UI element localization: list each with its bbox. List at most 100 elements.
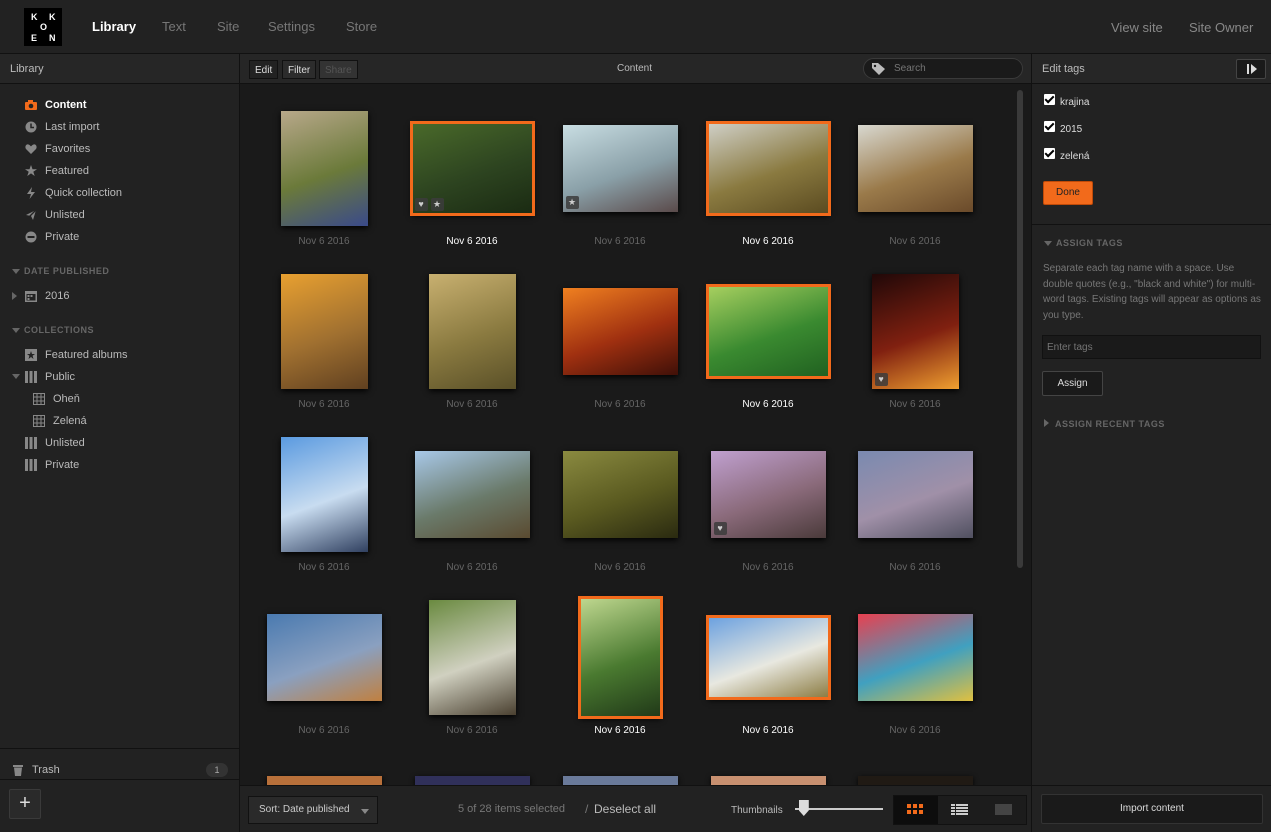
- add-button[interactable]: +: [9, 789, 41, 819]
- photo-thumbnail[interactable]: [710, 776, 826, 785]
- photo-thumbnail[interactable]: [414, 451, 530, 538]
- nav-library[interactable]: Library: [92, 19, 136, 34]
- filter-button[interactable]: Filter: [282, 60, 317, 79]
- sidebar-item-favorites[interactable]: Favorites: [25, 140, 225, 158]
- nav-site[interactable]: Site: [217, 19, 239, 34]
- photo-date: Nov 6 2016: [742, 725, 794, 736]
- sidebar-item-private-collection[interactable]: Private: [25, 456, 225, 474]
- sidebar-item-content[interactable]: Content: [25, 96, 225, 114]
- heart-icon[interactable]: ♥: [414, 198, 428, 211]
- photo-date: Nov 6 2016: [742, 562, 794, 573]
- search-input[interactable]: [894, 61, 1014, 76]
- collapse-panel-button[interactable]: [1236, 59, 1266, 79]
- photo-thumbnail[interactable]: [857, 451, 973, 538]
- sidebar-item-label: Unlisted: [45, 209, 85, 221]
- photo-thumbnail[interactable]: ♥: [871, 274, 959, 389]
- sort-dropdown[interactable]: Sort: Date published: [248, 796, 378, 824]
- content-bottom-bar: Sort: Date published 5 of 28 items selec…: [240, 785, 1031, 832]
- sidebar-item-label: Featured albums: [45, 349, 128, 361]
- sidebar-item-featured-albums[interactable]: Featured albums: [25, 346, 225, 364]
- tag-checkbox-krajina[interactable]: [1044, 94, 1055, 105]
- photo-thumbnail[interactable]: ♥ ★: [409, 121, 535, 216]
- nav-store[interactable]: Store: [346, 19, 377, 34]
- photo-thumbnail[interactable]: [266, 614, 382, 701]
- collections-section[interactable]: COLLECTIONS: [12, 325, 94, 335]
- single-view-button[interactable]: [982, 796, 1026, 824]
- sidebar-item-public[interactable]: Public: [12, 368, 222, 386]
- star-icon[interactable]: ★: [565, 196, 579, 209]
- tag-checkbox-2015[interactable]: [1044, 121, 1055, 132]
- photo-thumbnail[interactable]: [577, 596, 663, 719]
- photo-date: Nov 6 2016: [889, 725, 941, 736]
- star-icon: [25, 165, 37, 176]
- import-content-button[interactable]: Import content: [1041, 794, 1263, 824]
- photo-thumbnail[interactable]: [705, 121, 831, 216]
- view-mode-switcher: [893, 795, 1027, 825]
- photo-thumbnail[interactable]: [280, 274, 368, 389]
- thumbnails-label: Thumbnails: [731, 805, 783, 816]
- photo-thumbnail[interactable]: [266, 776, 382, 785]
- date-published-section[interactable]: DATE PUBLISHED: [12, 266, 109, 276]
- photo-date: Nov 6 2016: [889, 236, 941, 247]
- assign-recent-tags-section[interactable]: ASSIGN RECENT TAGS: [1044, 419, 1165, 429]
- done-button[interactable]: Done: [1043, 181, 1093, 205]
- tag-icon[interactable]: [872, 63, 885, 75]
- view-site-link[interactable]: View site: [1111, 20, 1163, 35]
- bolt-icon: [27, 187, 35, 199]
- separator: /: [585, 802, 589, 816]
- sidebar-item-featured[interactable]: Featured: [25, 162, 225, 180]
- nav-settings[interactable]: Settings: [268, 19, 315, 34]
- photo-thumbnail[interactable]: ♥: [710, 451, 826, 538]
- photo-date: Nov 6 2016: [594, 236, 646, 247]
- sidebar-item-last-import[interactable]: Last import: [25, 118, 225, 136]
- list-view-button[interactable]: [938, 796, 982, 824]
- sidebar-item-ohen[interactable]: Oheň: [33, 390, 223, 408]
- sidebar-item-zelena[interactable]: Zelená: [33, 412, 223, 430]
- slider-handle[interactable]: [798, 800, 809, 816]
- photo-date: Nov 6 2016: [446, 725, 498, 736]
- photo-thumbnail[interactable]: [857, 776, 973, 785]
- sidebar-item-label: Zelená: [53, 415, 87, 427]
- photo-thumbnail[interactable]: [562, 776, 678, 785]
- nav-text[interactable]: Text: [162, 19, 186, 34]
- sidebar-item-unlisted-collection[interactable]: Unlisted: [25, 434, 225, 452]
- sidebar-item-unlisted[interactable]: Unlisted: [25, 206, 225, 224]
- chevron-right-icon: [1044, 419, 1049, 427]
- koken-logo[interactable]: K K O E N: [24, 8, 62, 46]
- photo-thumbnail[interactable]: [705, 284, 831, 379]
- assign-button[interactable]: Assign: [1042, 371, 1103, 396]
- sidebar-item-quick-collection[interactable]: Quick collection: [25, 184, 225, 202]
- tag-checkbox-zelena[interactable]: [1044, 148, 1055, 159]
- sidebar-item-2016[interactable]: 2016: [12, 287, 222, 305]
- photo-thumbnail[interactable]: [414, 776, 530, 785]
- photo-thumbnail[interactable]: [428, 600, 516, 715]
- photo-thumbnail[interactable]: [705, 615, 831, 700]
- enter-tags-input[interactable]: [1042, 335, 1261, 359]
- photo-thumbnail[interactable]: [280, 111, 368, 226]
- share-button[interactable]: Share: [319, 60, 358, 79]
- photo-thumbnail[interactable]: [280, 437, 368, 552]
- photo-thumbnail[interactable]: [857, 125, 973, 212]
- photo-thumbnail[interactable]: ★: [562, 125, 678, 212]
- sidebar-item-trash[interactable]: Trash 1: [12, 761, 228, 779]
- deselect-all-link[interactable]: Deselect all: [594, 802, 656, 816]
- tag-label: krajina: [1060, 97, 1090, 108]
- photo-thumbnail[interactable]: [562, 451, 678, 538]
- private-icon: [25, 231, 37, 243]
- assign-tags-section[interactable]: ASSIGN TAGS: [1044, 238, 1123, 248]
- clock-icon: [25, 121, 37, 133]
- sidebar-item-private[interactable]: Private: [25, 228, 225, 246]
- calendar-icon: [25, 291, 37, 302]
- photo-thumbnail[interactable]: [562, 288, 678, 375]
- grid-view-button[interactable]: [894, 796, 938, 824]
- photo-thumbnail[interactable]: [857, 614, 973, 701]
- heart-icon[interactable]: ♥: [713, 522, 727, 535]
- photo-thumbnail[interactable]: [428, 274, 516, 389]
- sidebar-title: Library: [0, 54, 239, 84]
- collapse-icon: [1247, 64, 1257, 74]
- heart-icon[interactable]: ♥: [874, 373, 888, 386]
- star-icon[interactable]: ★: [430, 198, 444, 211]
- site-owner-link[interactable]: Site Owner: [1189, 20, 1253, 35]
- edit-button[interactable]: Edit: [249, 60, 279, 79]
- scrollbar[interactable]: [1017, 90, 1023, 568]
